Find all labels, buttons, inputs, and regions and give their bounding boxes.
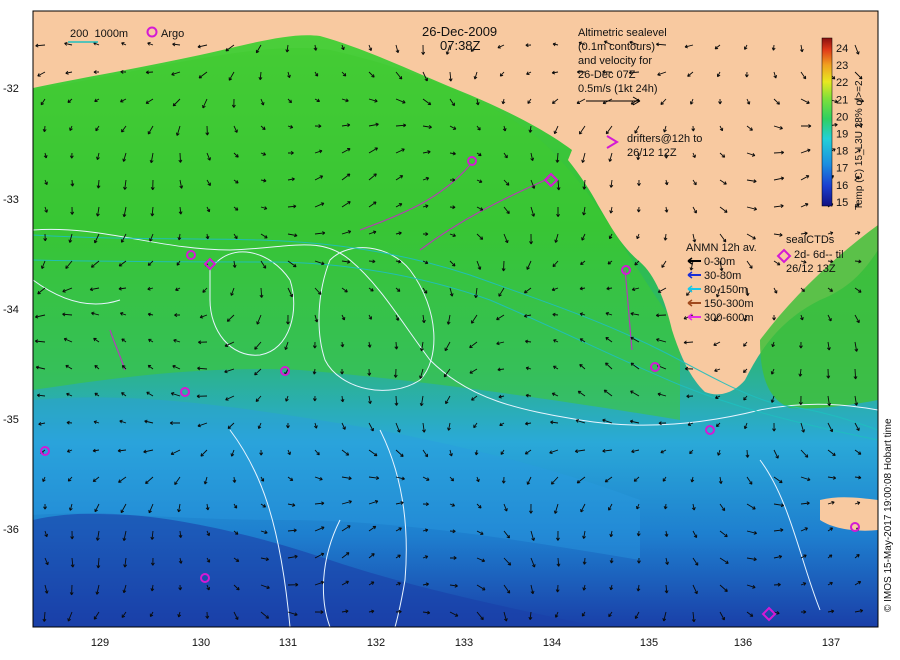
isobath-legend-label: 200 1000m [70,28,128,40]
x-tick-label: 132 [367,637,385,649]
x-tick-label: 129 [91,637,109,649]
colorbar-gradient [821,37,833,207]
drifters-line: drifters@12h to [627,133,702,145]
colorbar-tick-label: 17 [836,163,848,175]
colorbar-tick-label: 22 [836,77,848,89]
anmn-legend-label: 30-80m [704,270,741,282]
sst-map: 129 130 131 132 133 134 135 136 137 -32 … [3,10,894,649]
altimetry-line: 26-Dec 07Z [578,69,636,81]
x-tick-label: 135 [640,637,658,649]
anmn-legend-label: 150-300m [704,298,754,310]
y-tick-label: -35 [3,414,19,426]
colorbar-label: Temp (C) 15_L3U 28% ql>=2 [854,80,865,210]
x-axis: 129 130 131 132 133 134 135 136 137 [91,637,840,649]
anmn-legend-label: 300-600m [704,312,754,324]
y-axis: -32 -33 -34 -35 -36 [3,83,19,536]
x-tick-label: 133 [455,637,473,649]
colorbar-tick-label: 24 [836,43,848,55]
sealctd-title: sealCTDs [786,234,835,246]
x-tick-label: 131 [279,637,297,649]
y-tick-label: -33 [3,194,19,206]
altimetry-line: and velocity for [578,55,652,67]
x-tick-label: 130 [192,637,210,649]
altimetry-line: Altimetric sealevel [578,27,667,39]
y-tick-label: -34 [3,304,19,316]
x-tick-label: 137 [822,637,840,649]
map-date: 26-Dec-2009 [422,24,497,39]
map-time: 07:38Z [440,38,481,53]
colorbar-tick-label: 15 [836,197,848,209]
altimetry-line: 0.5m/s (1kt 24h) [578,83,657,95]
argo-legend-label: Argo [161,28,184,40]
anmn-legend-label: 0-30m [704,256,735,268]
colorbar-tick-label: 16 [836,180,848,192]
colorbar-tick-label: 21 [836,94,848,106]
anmn-legend-label: 80-150m [704,284,747,296]
colorbar-tick-label: 19 [836,129,848,141]
x-tick-label: 134 [543,637,561,649]
colorbar-tick-label: 18 [836,146,848,158]
anmn-title: ANMN 12h av. [686,242,757,254]
colorbar-tick-label: 20 [836,111,848,123]
y-tick-label: -32 [3,83,19,95]
sealctd-line: 26/12 13Z [786,263,836,275]
sealctd-legend: sealCTDs 2d- 6d-- til 26/12 13Z [776,234,844,275]
colorbar-tick-label: 23 [836,60,848,72]
credit-line: © IMOS 15-May-2017 19:00:08 Hobart time [883,418,894,612]
altimetry-line: (0.1m contours) [578,41,655,53]
sealctd-line: 2d- 6d-- til [794,249,844,261]
drifters-line: 26/12 12Z [627,147,677,159]
x-tick-label: 136 [734,637,752,649]
y-tick-label: -36 [3,524,19,536]
